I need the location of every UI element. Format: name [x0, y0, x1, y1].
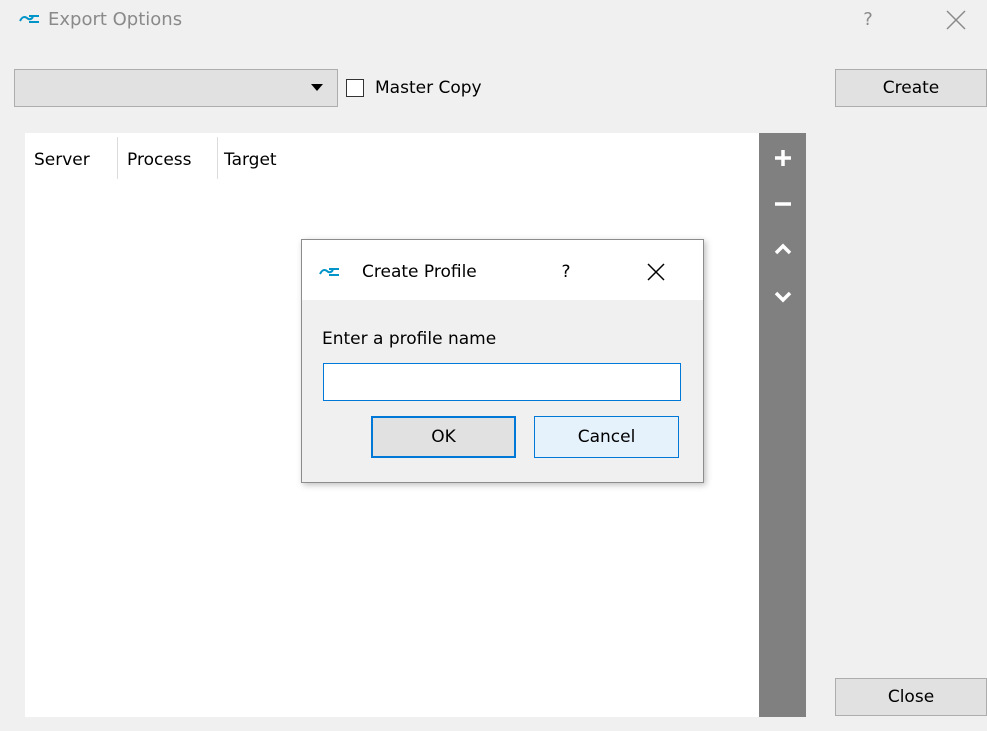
- chevron-up-icon[interactable]: [770, 237, 796, 263]
- create-button[interactable]: Create: [835, 69, 987, 107]
- dropdown-arrow-icon[interactable]: [311, 84, 323, 91]
- minus-icon[interactable]: [770, 191, 796, 217]
- column-header-target[interactable]: Target: [224, 143, 277, 177]
- profile-name-label: Enter a profile name: [322, 329, 497, 349]
- column-header-process[interactable]: Process: [127, 143, 192, 177]
- profile-select[interactable]: [14, 69, 338, 107]
- master-copy-label[interactable]: Master Copy: [375, 76, 482, 100]
- app-logo-icon: [319, 268, 339, 276]
- master-copy-checkbox[interactable]: [346, 79, 364, 97]
- column-divider[interactable]: [117, 137, 118, 179]
- dialog-help-button[interactable]: ?: [556, 258, 576, 286]
- ok-button[interactable]: OK: [371, 416, 516, 458]
- close-button[interactable]: Close: [835, 678, 987, 716]
- column-header-server[interactable]: Server: [34, 143, 90, 177]
- plus-icon[interactable]: [770, 145, 796, 171]
- close-icon[interactable]: [942, 6, 970, 34]
- close-icon[interactable]: [642, 258, 670, 286]
- dialog-title: Create Profile: [362, 262, 477, 282]
- tool-strip: [759, 133, 806, 717]
- profile-name-input[interactable]: [323, 363, 681, 401]
- cancel-button[interactable]: Cancel: [534, 416, 679, 458]
- column-divider[interactable]: [217, 137, 218, 179]
- app-logo-icon: [19, 15, 39, 23]
- window-title: Export Options: [48, 9, 183, 30]
- help-button[interactable]: ?: [858, 6, 878, 34]
- chevron-down-icon[interactable]: [770, 283, 796, 309]
